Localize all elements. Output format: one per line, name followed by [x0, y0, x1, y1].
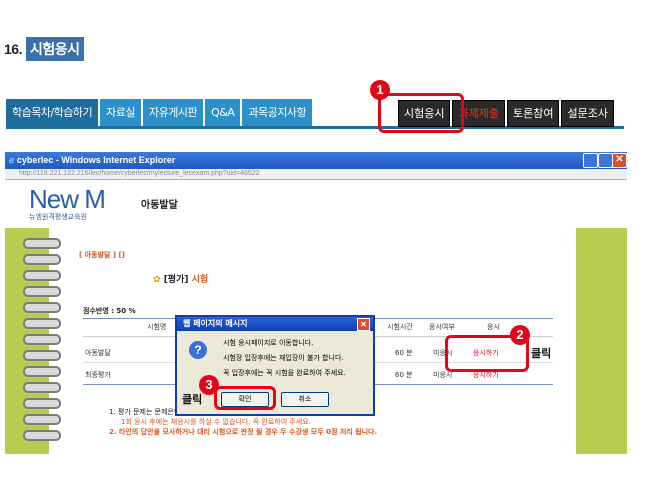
spiral-ring — [23, 318, 61, 329]
dialog-close-icon[interactable]: ✕ — [357, 318, 370, 331]
flower-icon: ✿ — [153, 275, 161, 285]
header-exam-name: 시험명 — [147, 323, 167, 331]
header-action: 응시 — [487, 323, 500, 331]
site-header: New M 뉴엠원격평생교육원 아동발달 — [5, 180, 627, 228]
dialog-title: 웹 페이지의 메시지 — [177, 317, 373, 331]
step-badge-2: 2 — [510, 325, 530, 345]
spiral-ring — [23, 286, 61, 297]
score-ratio: 점수반영 : 50 % — [83, 307, 136, 315]
spiral-ring — [23, 270, 61, 281]
spiral-ring — [23, 430, 61, 441]
spiral-ring — [23, 238, 61, 249]
tab-learning[interactable]: 학습목차/학습하기 — [6, 99, 99, 126]
note-2: 2. 타인의 답안을 모사하거나 대리 시험으로 판정 될 경우 두 수강생 모… — [109, 428, 378, 436]
tab-qna[interactable]: Q&A — [205, 99, 241, 126]
spiral-ring — [23, 254, 61, 265]
section-label-prefix: [평가] — [163, 275, 189, 285]
discussion-button[interactable]: 토론참여 — [506, 100, 560, 127]
click-label-3: 클릭 — [182, 393, 203, 406]
click-label-2: 클릭 — [531, 347, 552, 360]
row2-time: 60 분 — [395, 371, 413, 379]
header-exam-time: 시험시간 — [387, 323, 413, 331]
site-logo-sub: 뉴엠원격평생교육원 — [29, 213, 87, 221]
dialog-line-2: 시험장 입장후에는 재입장이 불가 합니다. — [223, 354, 344, 362]
section-label: ✿ [평가] 시험 — [153, 272, 208, 285]
course-name: 아동발달 — [141, 200, 178, 211]
spiral-ring — [23, 334, 61, 345]
row2-name: 최종평가 — [85, 371, 111, 379]
section-label-text: 시험 — [191, 275, 209, 285]
tab-notices[interactable]: 과목공지사항 — [242, 99, 313, 126]
site-logo: New M — [29, 184, 106, 214]
question-icon: ? — [189, 341, 207, 359]
address-bar[interactable]: http://118.221.122.216/lec/home/cyberlec… — [5, 169, 627, 180]
spiral-ring — [23, 382, 61, 393]
spiral-ring — [23, 366, 61, 377]
browser-titlebar: ℯ cyberlec - Windows Internet Explorer — [5, 152, 627, 169]
section-number: 16. — [4, 41, 22, 57]
dialog-line-1: 시험 응시페이지로 이동합니다. — [223, 339, 314, 347]
maximize-icon[interactable] — [598, 153, 613, 168]
row1-name: 아동발달 — [85, 349, 111, 357]
row1-time: 60 분 — [395, 349, 413, 357]
section-heading: 16. 시험응시 — [4, 37, 84, 61]
spiral-ring — [23, 414, 61, 425]
ie-icon: ℯ — [9, 155, 15, 165]
header-status: 응시여부 — [429, 323, 455, 331]
spiral-ring — [23, 398, 61, 409]
section-title: 시험응시 — [25, 37, 84, 61]
tab-free-board[interactable]: 자유게시판 — [143, 99, 204, 126]
browser-title: cyberlec - Windows Internet Explorer — [16, 155, 176, 165]
address-url: http://118.221.122.216/lec/home/cyberlec… — [19, 170, 260, 177]
close-icon[interactable]: ✕ — [612, 153, 627, 168]
survey-button[interactable]: 설문조사 — [561, 100, 614, 127]
note-1-sub: 1회 응시 후에는 재응시를 하실 수 없습니다. 꼭 완료하여 주세요. — [121, 418, 311, 426]
highlight-box-3 — [214, 386, 276, 410]
dialog-line-3: 꼭 입장후에는 꼭 시험을 완료하여 주세요. — [223, 369, 346, 377]
spiral-ring — [23, 302, 61, 313]
highlight-box-1 — [378, 93, 464, 133]
spiral-ring — [23, 350, 61, 361]
dialog-cancel-button[interactable]: 취소 — [281, 392, 329, 407]
course-tabs: 학습목차/학습하기 자료실 자유게시판 Q&A 과목공지사항 — [6, 99, 314, 126]
minimize-icon[interactable] — [583, 153, 598, 168]
breadcrumb: [ 아동발달 ] [] — [79, 251, 125, 259]
notebook-spiral — [23, 232, 61, 454]
step-badge-1: 1 — [370, 80, 390, 100]
tab-resources[interactable]: 자료실 — [100, 99, 142, 126]
